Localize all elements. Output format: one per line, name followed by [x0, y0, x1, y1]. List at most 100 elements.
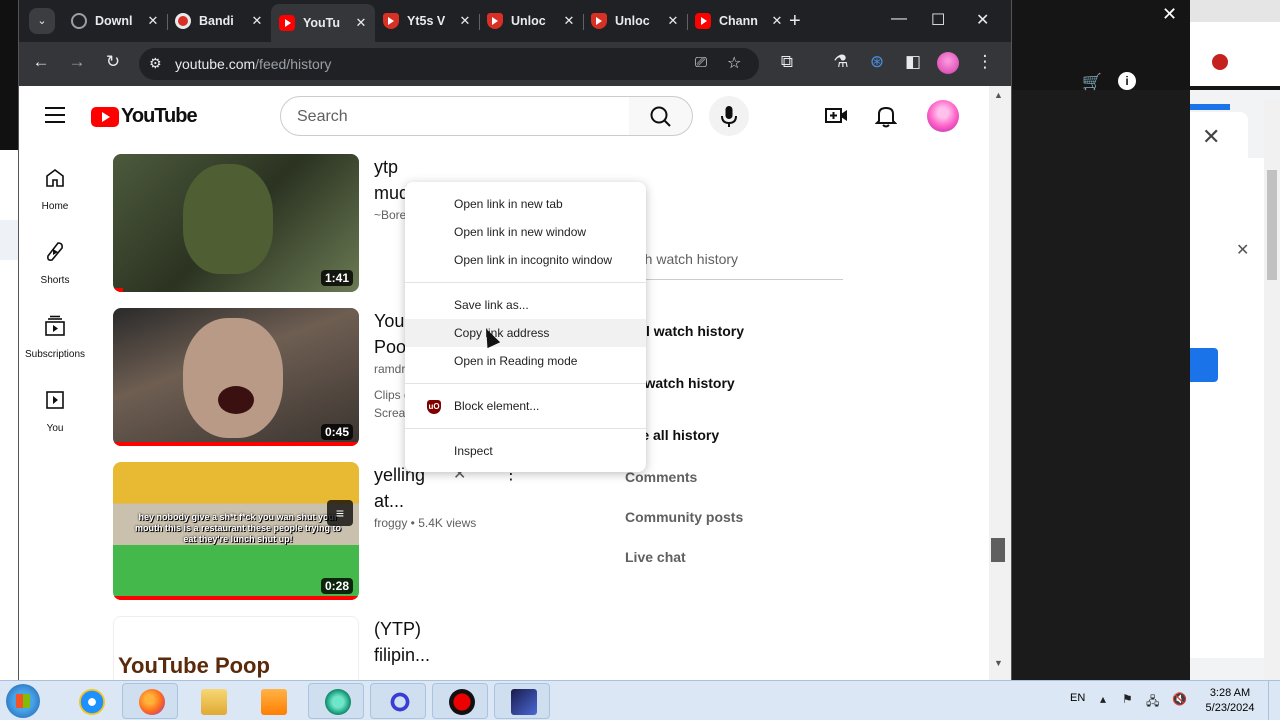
guide-item-you[interactable]: You [19, 388, 91, 434]
account-avatar[interactable] [927, 100, 959, 132]
scrollbar[interactable] [1264, 100, 1280, 680]
download-extension-icon[interactable]: ⊛ [865, 52, 889, 72]
address-bar[interactable]: ⚙ youtube.com/feed/history ⎚ ☆ [139, 48, 759, 80]
language-indicator[interactable]: EN [1070, 692, 1085, 704]
info-icon[interactable]: i [1118, 72, 1136, 90]
tab-close-icon[interactable]: ✕ [145, 13, 161, 29]
watch-progress-bar [113, 442, 359, 446]
tab-downl[interactable]: Downl ✕ [63, 6, 168, 36]
youtube-icon [695, 13, 711, 29]
search-input[interactable]: Search [280, 96, 630, 136]
menu-item-block-element[interactable]: uO Block element... [405, 392, 646, 420]
new-tab-button[interactable]: + [789, 10, 801, 33]
action-center-flag-icon[interactable]: ⚑ [1122, 692, 1133, 706]
maximize-button[interactable]: ☐ [931, 10, 945, 30]
notifications-bell-icon[interactable] [874, 104, 898, 133]
menu-item-copy-link[interactable]: Copy link address [405, 319, 646, 347]
watch-progress-bar [113, 288, 123, 292]
taskbar-app-loop[interactable] [370, 683, 426, 719]
browser-toolbar: ← → ↻ ⚙ youtube.com/feed/history ⎚ ☆ ⧉ ⚗… [19, 42, 1011, 86]
search-watch-history-input[interactable]: rch watch history [629, 251, 843, 280]
windows-taskbar: EN ▴ ⚑ 🖧 🔇 3:28 AM 5/23/2024 [0, 680, 1280, 720]
tab-close-icon[interactable]: ✕ [353, 15, 369, 31]
video-thumbnail[interactable]: 1:41 [113, 154, 359, 292]
menu-item-save-link[interactable]: Save link as... [405, 291, 646, 319]
show-desktop-button[interactable] [1268, 681, 1280, 720]
close-icon[interactable]: ✕ [1162, 4, 1177, 25]
tab-chann[interactable]: Chann ✕ [687, 6, 791, 36]
menu-kebab-icon[interactable]: ⋮ [973, 52, 997, 72]
menu-item-open-incognito[interactable]: Open link in incognito window [405, 246, 646, 274]
taskbar-file-explorer[interactable] [184, 683, 240, 719]
tab-unloc-2[interactable]: Unloc ✕ [583, 6, 688, 36]
tab-close-icon[interactable]: ✕ [769, 13, 785, 29]
create-video-icon[interactable] [825, 106, 849, 131]
profile-avatar[interactable] [937, 52, 959, 74]
side-panel-icon[interactable]: ◧ [901, 52, 925, 72]
page-scrollbar[interactable]: ▲ ▼ [989, 86, 1011, 680]
tab-search-icon[interactable]: ⌄ [29, 8, 55, 34]
tab-close-icon[interactable]: ✕ [665, 13, 681, 29]
site-info-icon[interactable]: ⚙ [149, 55, 162, 72]
blue-button[interactable] [1190, 348, 1218, 382]
video-thumbnail[interactable]: hey nobody give a sh*t f*ck you wan shut… [113, 462, 359, 600]
youtube-logo[interactable]: YouTube [91, 105, 198, 128]
close-icon[interactable]: ✕ [1236, 240, 1249, 260]
install-app-icon[interactable]: ⎚ [695, 54, 707, 71]
video-title[interactable]: (YTP) filipin... [374, 616, 444, 668]
taskbar-video-editor[interactable] [494, 683, 550, 719]
taskbar-bandicam[interactable] [432, 683, 488, 719]
minimize-button[interactable]: — [891, 10, 907, 28]
menu-item-inspect[interactable]: Inspect [405, 437, 646, 465]
close-icon[interactable]: ✕ [1202, 124, 1220, 150]
video-channel-views[interactable]: froggy • 5.4K views [374, 516, 476, 530]
taskbar-app-green[interactable] [308, 683, 364, 719]
hamburger-menu-icon[interactable] [45, 107, 65, 123]
tab-close-icon[interactable]: ✕ [561, 13, 577, 29]
volume-muted-icon[interactable]: 🔇 [1172, 692, 1187, 706]
tab-yt5s[interactable]: Yt5s V ✕ [375, 6, 480, 36]
show-hidden-icons-icon[interactable]: ▴ [1100, 692, 1106, 706]
tab-close-icon[interactable]: ✕ [457, 13, 473, 29]
history-type-community-posts[interactable]: Community posts [625, 509, 743, 525]
start-button[interactable] [6, 684, 40, 718]
add-to-queue-icon[interactable]: ≡ [327, 500, 353, 526]
taskbar-media-player[interactable] [244, 683, 300, 719]
tab-bandi[interactable]: Bandi ✕ [167, 6, 271, 36]
taskbar-firefox[interactable] [122, 683, 178, 719]
system-clock[interactable]: 3:28 AM 5/23/2024 [1200, 686, 1260, 716]
network-icon[interactable]: 🖧 [1146, 692, 1159, 713]
extensions-icon[interactable]: ⧉ [775, 52, 799, 72]
guide-item-home[interactable]: Home [19, 166, 91, 212]
video-title[interactable]: You Poo [374, 308, 408, 360]
menu-item-open-new-tab[interactable]: Open link in new tab [405, 190, 646, 218]
cart-icon[interactable]: 🛒 [1082, 72, 1102, 92]
extension-badge-icon [1212, 54, 1228, 70]
menu-item-reading-mode[interactable]: Open in Reading mode [405, 347, 646, 375]
scroll-up-icon[interactable]: ▲ [994, 90, 1003, 100]
guide-item-subscriptions[interactable]: Subscriptions [19, 314, 91, 360]
close-window-button[interactable]: ✕ [976, 10, 989, 30]
video-thumbnail[interactable]: 0:45 [113, 308, 359, 446]
tab-unloc-1[interactable]: Unloc ✕ [479, 6, 584, 36]
video-thumbnail[interactable]: YouTube Poop [113, 616, 359, 680]
labs-flask-icon[interactable]: ⚗ [829, 52, 853, 72]
menu-item-open-new-window[interactable]: Open link in new window [405, 218, 646, 246]
reload-button[interactable]: ↻ [101, 52, 125, 72]
history-type-live-chat[interactable]: Live chat [625, 549, 686, 565]
scroll-down-icon[interactable]: ▼ [994, 658, 1003, 668]
tab-youtube-active[interactable]: YouTu ✕ [271, 4, 375, 42]
search-button[interactable] [629, 96, 693, 136]
adblock-shield-icon [383, 13, 399, 29]
video-channel[interactable]: ramdr [374, 362, 405, 376]
video-channel[interactable]: ~Bore [374, 208, 406, 222]
voice-search-button[interactable] [709, 96, 749, 136]
back-button[interactable]: ← [29, 52, 53, 72]
scrollbar-thumb[interactable] [991, 538, 1005, 562]
bookmark-star-icon[interactable]: ☆ [727, 53, 741, 73]
guide-item-shorts[interactable]: Shorts [19, 240, 91, 286]
tab-close-icon[interactable]: ✕ [249, 13, 265, 29]
taskbar-internet-explorer[interactable] [62, 683, 118, 719]
forward-button[interactable]: → [65, 52, 89, 72]
youtube-icon [279, 15, 295, 31]
